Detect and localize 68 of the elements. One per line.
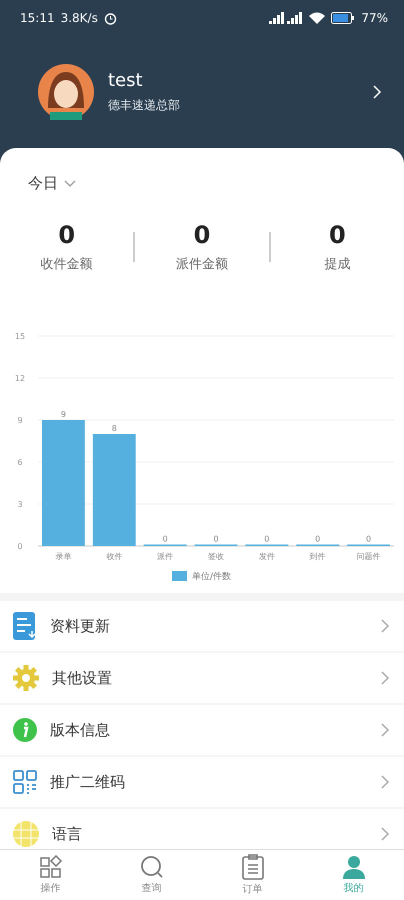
alarm-clock-icon [104, 12, 117, 24]
signal-icon [269, 12, 304, 24]
user-name: test [108, 70, 144, 91]
chevron-right-icon [380, 826, 390, 842]
menu-item-label: 语言 [52, 824, 83, 844]
qr-code-icon [12, 769, 38, 795]
period-dropdown[interactable]: 今日 [28, 174, 76, 193]
data-label: 0 [213, 534, 219, 544]
stat-label: 收件金额 [40, 256, 93, 273]
category-label: 派件 [157, 552, 174, 561]
axis-tick-label: 9 [17, 416, 23, 425]
chevron-right-icon [380, 670, 390, 686]
avatar [38, 64, 94, 120]
menu-item-label: 版本信息 [50, 720, 111, 740]
category-label: 收件 [106, 552, 122, 561]
menu-item-label: 其他设置 [52, 668, 113, 688]
menu-item[interactable]: 推广二维码 [0, 757, 404, 807]
axis-tick-label: 0 [17, 542, 23, 551]
category-label: 录单 [55, 552, 72, 561]
chevron-down-icon [64, 180, 76, 188]
chevron-right-icon [380, 774, 390, 790]
category-label: 问题件 [356, 552, 381, 561]
data-label: 0 [162, 534, 168, 544]
info-icon [12, 717, 38, 743]
data-label: 9 [60, 410, 66, 419]
nav-tab[interactable]: 订单 [202, 850, 303, 900]
document-icon [12, 611, 38, 641]
data-label: 0 [264, 534, 270, 544]
stat-value: 0 [328, 221, 346, 249]
chevron-right-icon [380, 618, 390, 634]
stat-label: 派件金额 [176, 256, 228, 273]
data-label: 0 [366, 534, 372, 544]
company-name: 德丰速递总部 [108, 97, 181, 114]
category-label: 签收 [208, 552, 224, 561]
menu-item[interactable]: 资料更新 [0, 601, 404, 651]
wifi-icon [309, 12, 326, 24]
stat-value: 0 [194, 221, 210, 249]
menu-item[interactable]: 版本信息 [0, 705, 404, 755]
legend-label: 单位/件数 [192, 572, 232, 582]
data-label: 8 [112, 424, 117, 433]
axis-tick-label: 15 [14, 332, 26, 341]
battery-icon [331, 12, 356, 24]
chevron-right-icon [380, 722, 390, 738]
nav-tab[interactable]: 操作 [0, 850, 101, 900]
data-label: 0 [315, 534, 320, 544]
menu-item-label: 推广二维码 [50, 772, 126, 792]
axis-tick-label: 6 [17, 458, 23, 467]
status-time: 15:11 [20, 11, 55, 25]
menu-item[interactable]: 语言 [0, 809, 404, 849]
legend-swatch [172, 571, 187, 581]
menu-item-label: 资料更新 [50, 616, 111, 636]
nav-tab[interactable]: 查询 [101, 850, 202, 900]
globe-icon [12, 820, 40, 848]
stat-value: 0 [58, 221, 76, 249]
axis-tick-label: 3 [17, 500, 23, 509]
menu-item[interactable]: 其他设置 [0, 653, 404, 703]
network-speed: 3.8K/s [60, 11, 98, 25]
chevron-right-icon [372, 84, 382, 100]
category-label: 发件 [258, 552, 275, 561]
person-icon [340, 855, 366, 879]
gear-icon [12, 664, 40, 692]
grid-icon [38, 855, 62, 879]
search-icon [140, 855, 164, 879]
clipboard-icon [240, 854, 264, 880]
axis-tick-label: 12 [14, 374, 26, 383]
category-label: 到件 [310, 552, 326, 561]
battery-percentage: 77% [361, 11, 388, 25]
stat-label: 提成 [324, 256, 350, 273]
